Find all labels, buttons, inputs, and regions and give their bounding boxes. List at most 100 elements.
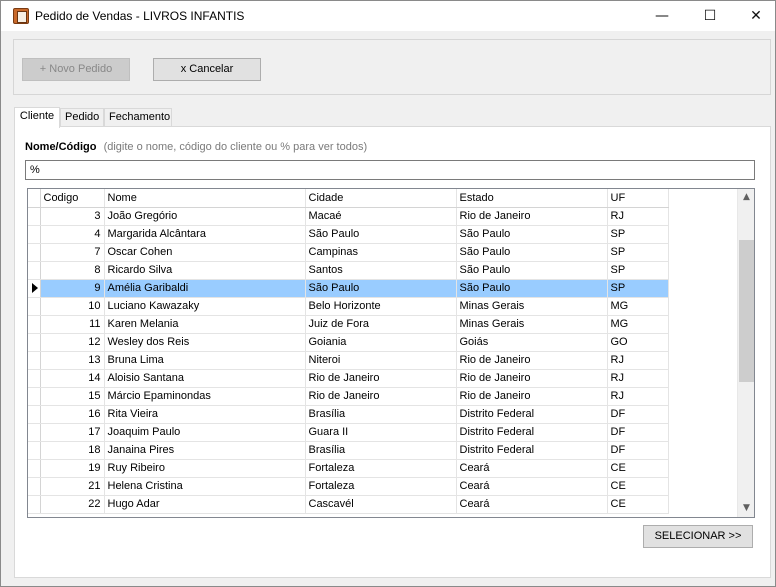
minimize-button[interactable]: — (639, 1, 685, 31)
row-indicator[interactable] (28, 351, 41, 370)
column-header-estado[interactable]: Estado (456, 189, 608, 208)
cell-codigo: 16 (40, 405, 105, 424)
column-header-cidade[interactable]: Cidade (305, 189, 457, 208)
cell-nome: Wesley dos Reis (104, 333, 306, 352)
row-indicator[interactable] (28, 225, 41, 244)
grid-vertical-scrollbar[interactable]: ▲ ▼ (737, 189, 754, 517)
cell-uf: RJ (607, 387, 669, 406)
row-indicator[interactable] (28, 315, 41, 334)
row-indicator[interactable] (28, 297, 41, 316)
row-indicator[interactable] (28, 387, 41, 406)
title-bar[interactable]: Pedido de Vendas - LIVROS INFANTIS — ☐ ✕ (1, 1, 775, 31)
toolbar-panel: + Novo Pedido x Cancelar (13, 39, 771, 95)
clients-grid[interactable]: Codigo Nome Cidade Estado UF 3 João Gregó… (27, 188, 755, 518)
table-row[interactable]: 14 Aloisio Santana Rio de Janeiro Rio de Ja… (28, 369, 669, 388)
column-header-uf[interactable]: UF (607, 189, 669, 208)
table-row[interactable]: 3 João Gregório Macaé Rio de Janeiro RJ (28, 207, 669, 226)
row-indicator[interactable] (28, 423, 41, 442)
cell-cidade: São Paulo (305, 279, 457, 298)
grid-body: 3 João Gregório Macaé Rio de Janeiro RJ 4 Marg… (28, 207, 669, 514)
cell-cidade: Juiz de Fora (305, 315, 457, 334)
search-hint: (digite o nome, código do cliente ou % p… (103, 141, 368, 153)
row-indicator[interactable] (28, 405, 41, 424)
cell-estado: Rio de Janeiro (456, 369, 608, 388)
column-header-codigo[interactable]: Codigo (40, 189, 105, 208)
table-row[interactable]: 4 Margarida Alcântara São Paulo São Paulo SP (28, 225, 669, 244)
row-indicator[interactable] (28, 243, 41, 262)
row-indicator-header (28, 189, 41, 208)
row-indicator[interactable] (28, 333, 41, 352)
table-row[interactable]: 11 Karen Melania Juiz de Fora Minas Gerais M… (28, 315, 669, 334)
cell-uf: CE (607, 477, 669, 496)
row-indicator[interactable] (28, 495, 41, 514)
cell-uf: MG (607, 315, 669, 334)
cell-nome: Margarida Alcântara (104, 225, 306, 244)
row-indicator[interactable] (28, 459, 41, 478)
cell-estado: Rio de Janeiro (456, 207, 608, 226)
cell-codigo: 13 (40, 351, 105, 370)
cell-nome: Amélia Garibaldi (104, 279, 306, 298)
table-row[interactable]: 8 Ricardo Silva Santos São Paulo SP (28, 261, 669, 280)
cell-uf: CE (607, 459, 669, 478)
cell-uf: SP (607, 279, 669, 298)
maximize-button[interactable]: ☐ (687, 1, 733, 31)
tab-cliente[interactable]: Cliente (14, 107, 60, 128)
grid-header-row: Codigo Nome Cidade Estado UF (28, 189, 669, 208)
row-indicator[interactable] (28, 477, 41, 496)
scroll-thumb[interactable] (739, 240, 754, 382)
selecionar-button[interactable]: SELECIONAR >> (643, 525, 753, 548)
close-button[interactable]: ✕ (733, 1, 776, 31)
cell-uf: SP (607, 243, 669, 262)
cancelar-button[interactable]: x Cancelar (153, 58, 261, 81)
cell-nome: Helena Cristina (104, 477, 306, 496)
cell-uf: GO (607, 333, 669, 352)
cell-estado: Minas Gerais (456, 315, 608, 334)
table-row[interactable]: 17 Joaquim Paulo Guara II Distrito Federal D… (28, 423, 669, 442)
cell-estado: São Paulo (456, 261, 608, 280)
search-input[interactable] (25, 160, 755, 180)
window-title: Pedido de Vendas - LIVROS INFANTIS (35, 9, 245, 23)
cell-codigo: 15 (40, 387, 105, 406)
novo-pedido-button[interactable]: + Novo Pedido (22, 58, 130, 81)
row-indicator[interactable] (28, 369, 41, 388)
table-row[interactable]: 18 Janaina Pires Brasília Distrito Federal D… (28, 441, 669, 460)
column-header-nome[interactable]: Nome (104, 189, 306, 208)
table-row[interactable]: 12 Wesley dos Reis Goiania Goiás GO (28, 333, 669, 352)
cell-estado: Distrito Federal (456, 405, 608, 424)
cell-cidade: Macaé (305, 207, 457, 226)
cell-nome: Joaquim Paulo (104, 423, 306, 442)
scroll-up-arrow-icon[interactable]: ▲ (738, 189, 754, 206)
cell-cidade: Fortaleza (305, 477, 457, 496)
tab-pedido[interactable]: Pedido (60, 108, 104, 127)
table-row[interactable]: 21 Helena Cristina Fortaleza Ceará CE (28, 477, 669, 496)
table-row[interactable]: 16 Rita Vieira Brasília Distrito Federal DF (28, 405, 669, 424)
cell-codigo: 21 (40, 477, 105, 496)
cell-codigo: 17 (40, 423, 105, 442)
row-indicator[interactable] (28, 279, 41, 298)
cell-uf: MG (607, 297, 669, 316)
tab-fechamento[interactable]: Fechamento (104, 108, 172, 127)
row-indicator[interactable] (28, 261, 41, 280)
cell-nome: Karen Melania (104, 315, 306, 334)
table-row[interactable]: 22 Hugo Adar Cascavél Ceará CE (28, 495, 669, 514)
cell-nome: Aloisio Santana (104, 369, 306, 388)
cell-cidade: Fortaleza (305, 459, 457, 478)
table-row[interactable]: 19 Ruy Ribeiro Fortaleza Ceará CE (28, 459, 669, 478)
current-row-pointer-icon (32, 283, 38, 293)
cliente-tab-panel: Nome/Código (digite o nome, código do cl… (14, 126, 771, 578)
table-row[interactable]: 10 Luciano Kawazaky Belo Horizonte Minas Ge… (28, 297, 669, 316)
table-row[interactable]: 13 Bruna Lima Niteroi Rio de Janeiro RJ (28, 351, 669, 370)
app-book-icon (13, 8, 29, 24)
cell-cidade: Niteroi (305, 351, 457, 370)
scroll-down-arrow-icon[interactable]: ▼ (738, 500, 754, 517)
table-row[interactable]: 7 Oscar Cohen Campinas São Paulo SP (28, 243, 669, 262)
row-indicator[interactable] (28, 207, 41, 226)
cell-uf: DF (607, 405, 669, 424)
cell-codigo: 11 (40, 315, 105, 334)
table-row[interactable]: 9 Amélia Garibaldi São Paulo São Paulo SP (28, 279, 669, 298)
row-indicator[interactable] (28, 441, 41, 460)
cell-uf: RJ (607, 351, 669, 370)
cell-estado: São Paulo (456, 279, 608, 298)
table-row[interactable]: 15 Márcio Epaminondas Rio de Janeiro Rio de… (28, 387, 669, 406)
cell-nome: Luciano Kawazaky (104, 297, 306, 316)
